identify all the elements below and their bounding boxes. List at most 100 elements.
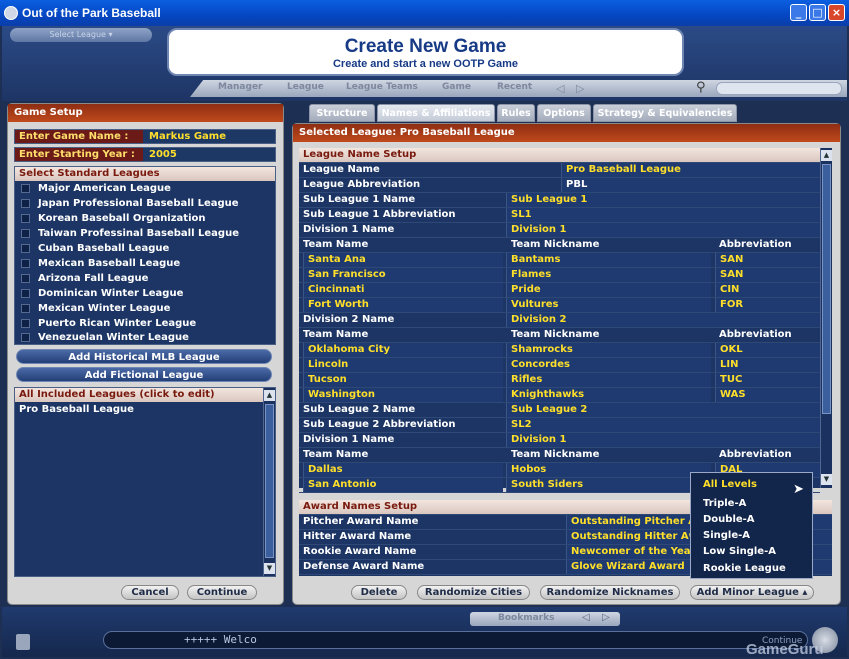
league-option[interactable]: Korean Baseball Organization [21, 212, 206, 226]
team-name-input[interactable]: Washington [303, 388, 503, 402]
team-abbr-input[interactable]: SAN [715, 253, 820, 267]
league-abbr-input[interactable]: PBL [561, 178, 820, 192]
team-abbr-input[interactable]: FOR [715, 298, 820, 312]
team-abbr-input[interactable]: LIN [715, 358, 820, 372]
checkbox[interactable] [21, 228, 30, 238]
team-name-input[interactable]: Lincoln [303, 358, 503, 372]
dropdown-option[interactable]: All Levels [703, 479, 757, 490]
team-abbr-input[interactable]: SAN [715, 268, 820, 282]
game-name-input[interactable]: Markus Game [149, 130, 226, 143]
team-nickname-input[interactable]: Flames [506, 268, 711, 282]
league-option[interactable]: Puerto Rican Winter League [21, 317, 196, 331]
div1b-name-input[interactable]: Division 1 [506, 433, 820, 447]
div2-name-input[interactable]: Division 2 [506, 313, 820, 327]
team-name-input[interactable]: San Antonio [303, 478, 503, 492]
search-input[interactable] [716, 82, 842, 95]
tab-structure[interactable]: Structure [309, 104, 375, 122]
scroll-thumb[interactable] [822, 164, 831, 414]
checkbox[interactable] [21, 288, 30, 298]
nav-recent[interactable]: Recent [497, 82, 532, 92]
team-name-input[interactable]: Santa Ana [303, 253, 503, 267]
team-name-input[interactable]: San Francisco [303, 268, 503, 282]
nav-game[interactable]: Game [442, 82, 471, 92]
randomize-cities-button[interactable]: Randomize Cities [417, 585, 530, 600]
league-grid-scrollbar[interactable]: ▲ ▼ [820, 148, 832, 488]
team-abbr-input[interactable]: OKL [715, 343, 820, 357]
team-nickname-input[interactable]: Hobos [506, 463, 711, 477]
included-leagues-scrollbar[interactable]: ▲ ▼ [263, 388, 275, 576]
start-year-input[interactable]: 2005 [149, 148, 177, 161]
dropdown-option[interactable]: Rookie League [703, 563, 786, 574]
search-icon[interactable]: ⚲ [696, 80, 712, 96]
league-option[interactable]: Japan Professional Baseball League [21, 197, 239, 211]
league-option[interactable]: Cuban Baseball League [21, 242, 169, 256]
team-abbr-input[interactable]: WAS [715, 388, 820, 402]
team-name-input[interactable]: Cincinnati [303, 283, 503, 297]
scroll-up-icon[interactable]: ▲ [821, 150, 832, 161]
tab-names-affiliations[interactable]: Names & Affiliations [377, 104, 495, 122]
nav-league[interactable]: League [287, 82, 324, 92]
bookmark-next-icon[interactable]: ▷ [602, 612, 610, 623]
add-minor-league-button[interactable]: Add Minor League ▴ [690, 585, 814, 600]
team-nickname-input[interactable]: Pride [506, 283, 711, 297]
checkbox[interactable] [21, 273, 30, 283]
league-option[interactable]: Mexican Baseball League [21, 257, 180, 271]
delete-button[interactable]: Delete [351, 585, 407, 600]
scroll-down-icon[interactable]: ▼ [821, 474, 832, 485]
scroll-up-icon[interactable]: ▲ [264, 390, 275, 401]
team-nickname-input[interactable]: Bantams [506, 253, 711, 267]
dropdown-option[interactable]: Low Single-A [703, 546, 776, 557]
trash-icon[interactable] [16, 634, 30, 650]
league-option[interactable]: Mexican Winter League [21, 302, 170, 316]
cancel-button[interactable]: Cancel [121, 585, 179, 600]
bookmark-prev-icon[interactable]: ◁ [582, 612, 590, 623]
tab-options[interactable]: Options [537, 104, 591, 122]
checkbox[interactable] [21, 332, 30, 342]
league-option[interactable]: Venezuelan Winter League [21, 331, 189, 345]
checkbox[interactable] [21, 258, 30, 268]
bookmarks-bar[interactable]: Bookmarks ◁ ▷ [470, 612, 620, 626]
team-abbr-input[interactable]: TUC [715, 373, 820, 387]
team-nickname-input[interactable]: Shamrocks [506, 343, 711, 357]
nav-forward-icon[interactable]: ▷ [576, 82, 584, 95]
team-name-input[interactable]: Fort Worth [303, 298, 503, 312]
sub1-abbr-input[interactable]: SL1 [506, 208, 820, 222]
league-option[interactable]: Dominican Winter League [21, 287, 183, 301]
maximize-button[interactable]: □ [809, 4, 826, 21]
nav-back-icon[interactable]: ◁ [556, 82, 564, 95]
tab-rules[interactable]: Rules [497, 104, 535, 122]
add-fictional-league-button[interactable]: Add Fictional League [16, 367, 272, 382]
league-option[interactable]: Major American League [21, 182, 171, 196]
checkbox[interactable] [21, 198, 30, 208]
div1-name-input[interactable]: Division 1 [506, 223, 820, 237]
team-nickname-input[interactable]: Vultures [506, 298, 711, 312]
sub2-name-input[interactable]: Sub League 2 [506, 403, 820, 417]
included-league-item[interactable]: Pro Baseball League [15, 402, 275, 418]
team-name-input[interactable]: Tucson [303, 373, 503, 387]
scroll-thumb[interactable] [265, 404, 274, 558]
scroll-down-icon[interactable]: ▼ [264, 563, 275, 574]
league-option[interactable]: Arizona Fall League [21, 272, 148, 286]
checkbox[interactable] [21, 183, 30, 193]
team-name-input[interactable]: Oklahoma City [303, 343, 503, 357]
included-leagues-header[interactable]: All Included Leagues (click to edit) [15, 388, 275, 402]
team-abbr-input[interactable]: CIN [715, 283, 820, 297]
continue-button[interactable]: Continue [187, 585, 257, 600]
checkbox[interactable] [21, 303, 30, 313]
checkbox[interactable] [21, 213, 30, 223]
add-historical-league-button[interactable]: Add Historical MLB League [16, 349, 272, 364]
sub1-name-input[interactable]: Sub League 1 [506, 193, 820, 207]
sub2-abbr-input[interactable]: SL2 [506, 418, 820, 432]
team-nickname-input[interactable]: South Siders [506, 478, 711, 492]
team-nickname-input[interactable]: Concordes [506, 358, 711, 372]
select-league-dropdown[interactable]: Select League ▾ [10, 28, 152, 42]
team-nickname-input[interactable]: Rifles [506, 373, 711, 387]
nav-manager[interactable]: Manager [218, 82, 263, 92]
league-option[interactable]: Taiwan Professinal Baseball League [21, 227, 239, 241]
dropdown-option[interactable]: Double-A [703, 514, 755, 525]
dropdown-option[interactable]: Single-A [703, 530, 750, 541]
team-nickname-input[interactable]: Knighthawks [506, 388, 711, 402]
minimize-button[interactable]: _ [790, 4, 807, 21]
checkbox[interactable] [21, 243, 30, 253]
team-name-input[interactable]: Dallas [303, 463, 503, 477]
